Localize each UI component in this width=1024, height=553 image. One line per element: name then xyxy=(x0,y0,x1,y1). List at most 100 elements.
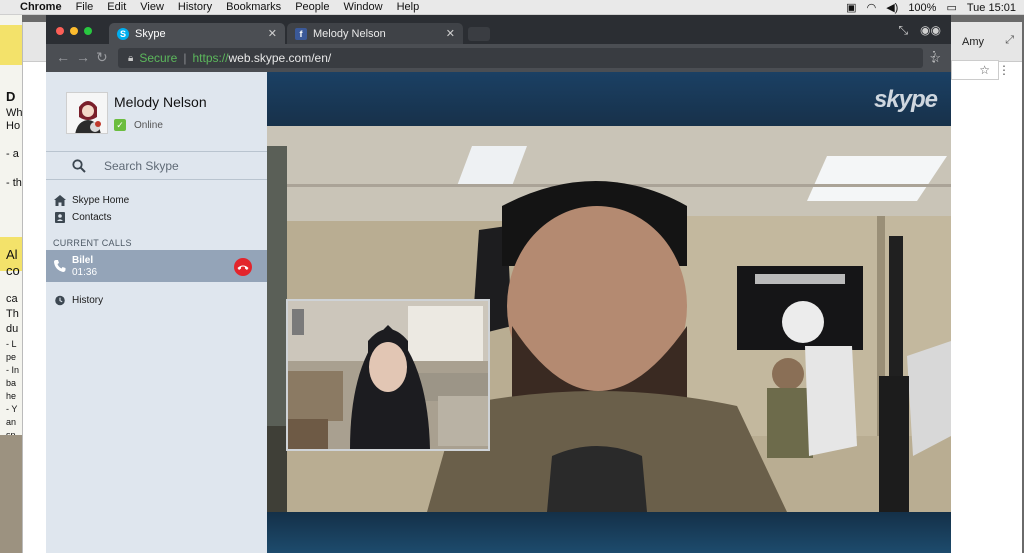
browser-toolbar: ← → ↻ 🔒︎ Secure | https:// web.skype.com… xyxy=(46,44,951,72)
tab-label: Melody Nelson xyxy=(313,27,386,40)
doc-text: Th xyxy=(6,308,19,320)
tab-label: Skype xyxy=(135,27,166,40)
video-top-band xyxy=(267,72,951,126)
battery-icon[interactable]: ▭ xyxy=(946,1,956,14)
search-input[interactable]: Search Skype xyxy=(104,159,179,173)
tab-bar: S Skype ✕ f Melody Nelson ✕ ⤡ ◉◉ xyxy=(46,15,951,44)
doc-text: ca xyxy=(6,293,18,305)
hang-up-button[interactable] xyxy=(234,258,252,276)
current-calls-header: CURRENT CALLS xyxy=(53,238,132,248)
doc-text: an xyxy=(6,417,17,427)
menu-file[interactable]: File xyxy=(76,1,94,13)
fullscreen-icon[interactable]: ⤢ xyxy=(1005,34,1014,47)
search-icon xyxy=(72,158,86,173)
doc-text: D xyxy=(6,89,16,104)
back-arrow-icon[interactable]: ← xyxy=(56,49,70,65)
call-duration: 01:36 xyxy=(72,267,98,278)
battery-percent[interactable]: 100% xyxy=(908,2,936,14)
menu-people[interactable]: People xyxy=(295,1,329,13)
active-call-row[interactable]: Bilel 01:36 xyxy=(46,250,267,282)
tab-skype[interactable]: S Skype ✕ xyxy=(109,23,285,44)
bookmark-star-icon[interactable]: ☆ xyxy=(979,63,990,77)
avatar-illustration xyxy=(67,93,107,133)
presence-status[interactable]: ✓ Online xyxy=(114,119,163,131)
screen-share-icon[interactable]: ▣ xyxy=(846,1,856,14)
minimize-window-button[interactable] xyxy=(70,27,78,35)
video-bottom-band xyxy=(267,512,951,553)
status-area: ▣ ◠ ◀) 100% ▭ Tue 15:01 xyxy=(846,0,1016,15)
hang-up-icon xyxy=(237,265,249,270)
nav-history[interactable]: History xyxy=(54,295,103,306)
forward-arrow-icon[interactable]: → xyxy=(76,49,90,65)
volume-icon[interactable]: ◀) xyxy=(886,1,898,14)
browser-menu-icon[interactable]: ⋮ xyxy=(927,48,941,65)
menu-window[interactable]: Window xyxy=(343,1,382,13)
doc-text: - a xyxy=(6,148,19,160)
skype-logo: skype xyxy=(873,86,938,113)
menu-history[interactable]: History xyxy=(178,1,212,13)
caller-name: Bilel xyxy=(72,255,94,266)
close-tab-icon[interactable]: ✕ xyxy=(268,27,277,40)
zoom-window-button[interactable] xyxy=(84,27,92,35)
doc-text: - L xyxy=(6,339,17,349)
secure-label: Secure xyxy=(139,51,178,65)
menu-bar: Chrome File Edit View History Bookmarks … xyxy=(0,0,1024,15)
online-check-icon: ✓ xyxy=(114,119,126,131)
desktop-wallpaper xyxy=(0,435,22,553)
self-view-feed xyxy=(288,301,488,449)
doc-text: Al xyxy=(6,247,18,262)
highlight-stripe xyxy=(0,25,22,65)
nav-label: History xyxy=(72,295,104,306)
wifi-icon[interactable]: ◠ xyxy=(867,1,877,14)
status-text: Online xyxy=(134,119,163,131)
profile-name[interactable]: Amy xyxy=(962,36,984,48)
home-icon xyxy=(54,195,66,206)
doc-text: - In xyxy=(6,365,20,375)
doc-text: pe xyxy=(6,352,17,362)
url-host: web.skype.com/en/ xyxy=(228,51,332,65)
nav-skype-home[interactable]: Skype Home xyxy=(54,195,129,206)
nav-contacts[interactable]: Contacts xyxy=(54,212,111,223)
close-tab-icon[interactable]: ✕ xyxy=(446,27,455,40)
reload-icon[interactable]: ↻ xyxy=(96,49,108,66)
close-window-button[interactable] xyxy=(56,27,64,35)
lock-icon: 🔒︎ xyxy=(128,52,134,64)
browser-window: S Skype ✕ f Melody Nelson ✕ ⤡ ◉◉ ← → ↻ 🔒… xyxy=(46,15,951,553)
menu-dots-icon[interactable]: ⋮ xyxy=(998,63,1010,77)
url-scheme: https:// xyxy=(192,51,229,65)
doc-text: co xyxy=(6,263,20,278)
background-address-bar[interactable] xyxy=(951,60,999,80)
menu-bookmarks[interactable]: Bookmarks xyxy=(226,1,281,13)
search-bar[interactable]: Search Skype xyxy=(46,151,267,180)
background-document-window: D Wh Ho - a - th Al co ca Th du - L pe -… xyxy=(0,15,22,553)
tab-melody-nelson[interactable]: f Melody Nelson ✕ xyxy=(287,23,463,44)
address-bar[interactable]: 🔒︎ Secure | https:// web.skype.com/en/ ☆ xyxy=(118,48,941,68)
doc-text: Ho xyxy=(6,120,21,132)
window-controls xyxy=(56,27,92,35)
skype-favicon-icon: S xyxy=(117,27,129,40)
incognito-icon[interactable]: ◉◉ xyxy=(920,23,941,38)
contacts-icon xyxy=(55,212,65,223)
facebook-favicon-icon: f xyxy=(295,27,307,40)
history-clock-icon xyxy=(55,295,65,306)
nav-label: Contacts xyxy=(72,212,112,223)
avatar[interactable] xyxy=(66,92,108,134)
new-tab-button[interactable] xyxy=(468,27,490,41)
skype-sidebar: Melody Nelson ✓ Online Search Skype Skyp… xyxy=(46,72,267,553)
profile-name[interactable]: Melody Nelson xyxy=(114,94,207,110)
fullscreen-icon[interactable]: ⤡ xyxy=(898,23,908,38)
menu-view[interactable]: View xyxy=(140,1,164,13)
clock[interactable]: Tue 15:01 xyxy=(967,2,1016,14)
video-call-area[interactable]: skype xyxy=(267,72,951,553)
menu-app-name[interactable]: Chrome xyxy=(20,1,62,13)
nav-label: Skype Home xyxy=(72,195,130,206)
doc-text: - th xyxy=(6,177,22,189)
menu-edit[interactable]: Edit xyxy=(107,1,126,13)
doc-text: du xyxy=(6,323,19,335)
doc-text: - Y xyxy=(6,404,18,414)
doc-text: ba xyxy=(6,378,17,388)
self-view-video[interactable] xyxy=(286,299,490,451)
menu-help[interactable]: Help xyxy=(397,1,420,13)
doc-text: he xyxy=(6,391,17,401)
window-corner-icons: ⤡ ◉◉ xyxy=(898,23,941,38)
